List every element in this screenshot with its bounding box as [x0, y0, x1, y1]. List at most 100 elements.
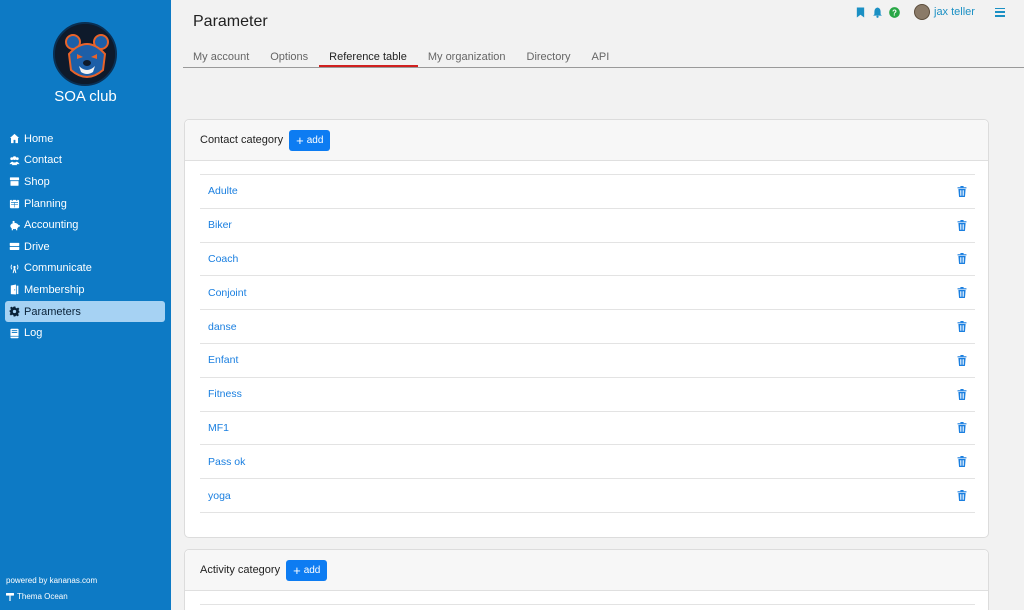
category-link[interactable]: danse — [208, 321, 237, 333]
sidebar-item-parameters[interactable]: Parameters — [5, 300, 165, 323]
page-title: Parameter — [193, 13, 268, 30]
theme-selector[interactable]: Thema Ocean — [6, 592, 68, 601]
calendar-icon — [9, 198, 20, 209]
users-icon — [9, 155, 20, 166]
activity-category-card: Activity category + add — [184, 549, 989, 610]
add-activity-category-button[interactable]: + add — [286, 559, 328, 581]
sidebar-item-membership[interactable]: Membership — [5, 279, 165, 301]
club-name: SOA club — [54, 88, 117, 105]
card-title: Contact category — [200, 134, 284, 146]
sidebar-item-label: Drive — [24, 240, 50, 253]
drive-icon — [9, 241, 20, 252]
sidebar-item-label: Communicate — [24, 262, 92, 275]
club-logo[interactable] — [53, 22, 117, 86]
user-name: jax teller — [934, 6, 975, 18]
sidebar-item-label: Contact — [24, 154, 62, 167]
tab-directory[interactable]: Directory — [517, 47, 582, 67]
trash-icon[interactable] — [957, 287, 967, 299]
sidebar-item-label: Shop — [24, 175, 50, 188]
avatar — [914, 4, 930, 20]
tab-my-account[interactable]: My account — [183, 47, 260, 67]
contact-category-list: Adulte Biker Coach Conjoint danse Enfant… — [200, 174, 975, 513]
activity-category-list — [200, 604, 975, 605]
bell-icon[interactable] — [872, 7, 883, 18]
card-title: Activity category — [200, 564, 281, 576]
trash-icon[interactable] — [957, 185, 967, 197]
sidebar-item-label: Home — [24, 132, 54, 145]
list-item: Biker — [200, 209, 975, 243]
sidebar-nav: Home Contact Shop Planning Accounting Dr… — [5, 128, 165, 344]
category-link[interactable]: Enfant — [208, 354, 238, 366]
list-item: MF1 — [200, 412, 975, 446]
add-label: add — [306, 134, 324, 146]
trash-icon[interactable] — [957, 490, 967, 502]
tab-reference-table[interactable]: Reference table — [319, 47, 418, 67]
trash-icon[interactable] — [957, 422, 967, 434]
home-icon — [9, 133, 20, 144]
tab-my-organization[interactable]: My organization — [418, 47, 517, 67]
book-icon — [9, 328, 20, 339]
category-link[interactable]: Adulte — [208, 185, 238, 197]
theme-label: Thema Ocean — [17, 592, 68, 601]
menu-icon[interactable] — [994, 7, 1005, 17]
bookmark-icon[interactable] — [855, 6, 866, 18]
sidebar-item-accounting[interactable]: Accounting — [5, 214, 165, 236]
paint-roller-icon — [6, 592, 14, 601]
sidebar-item-contact[interactable]: Contact — [5, 150, 165, 172]
add-contact-category-button[interactable]: + add — [289, 129, 331, 151]
list-item: Coach — [200, 243, 975, 277]
door-icon — [9, 284, 20, 295]
plus-icon: + — [293, 562, 301, 578]
top-bar-actions: ? jax teller — [855, 4, 1005, 20]
tab-bar: My account Options Reference table My or… — [183, 47, 1024, 68]
list-item: Adulte — [200, 175, 975, 209]
sidebar-item-label: Accounting — [24, 219, 79, 232]
store-icon — [9, 176, 20, 187]
tab-options[interactable]: Options — [260, 47, 319, 67]
card-header: Activity category + add — [185, 550, 988, 591]
trash-icon[interactable] — [957, 388, 967, 400]
category-link[interactable]: Pass ok — [208, 456, 245, 468]
card-header: Contact category + add — [185, 120, 988, 161]
category-link[interactable]: MF1 — [208, 422, 229, 434]
tab-api[interactable]: API — [582, 47, 621, 67]
gear-icon — [9, 306, 20, 317]
powered-by-link[interactable]: powered by kananas.com — [6, 576, 97, 585]
list-item: Enfant — [200, 344, 975, 378]
list-item: Fitness — [200, 378, 975, 412]
category-link[interactable]: yoga — [208, 490, 231, 502]
category-link[interactable]: Fitness — [208, 388, 242, 400]
sidebar: SOA club Home Contact Shop Planning Acco… — [0, 0, 171, 610]
user-menu[interactable]: jax teller — [914, 4, 975, 20]
piggy-bank-icon — [9, 220, 20, 231]
category-link[interactable]: Conjoint — [208, 287, 247, 299]
add-label: add — [303, 564, 321, 576]
sidebar-item-label: Log — [24, 327, 43, 340]
sidebar-item-label: Membership — [24, 283, 85, 296]
trash-icon[interactable] — [957, 219, 967, 231]
trash-icon[interactable] — [957, 253, 967, 265]
contact-category-card: Contact category + add Adulte Biker Coac… — [184, 119, 989, 538]
list-item: Conjoint — [200, 276, 975, 311]
bear-logo-icon — [55, 24, 115, 84]
trash-icon[interactable] — [957, 321, 967, 333]
category-link[interactable]: Biker — [208, 219, 232, 231]
list-item: danse — [200, 310, 975, 344]
category-link[interactable]: Coach — [208, 253, 238, 265]
sidebar-item-log[interactable]: Log — [5, 322, 165, 344]
trash-icon[interactable] — [957, 354, 967, 366]
sidebar-item-drive[interactable]: Drive — [5, 236, 165, 258]
sidebar-item-shop[interactable]: Shop — [5, 171, 165, 193]
list-item: Pass ok — [200, 445, 975, 480]
sidebar-item-label: Parameters — [24, 305, 81, 318]
sidebar-item-label: Planning — [24, 197, 67, 210]
help-icon[interactable]: ? — [889, 6, 900, 18]
trash-icon[interactable] — [957, 456, 967, 468]
sidebar-item-planning[interactable]: Planning — [5, 193, 165, 215]
help-glyph: ? — [892, 8, 897, 17]
sidebar-item-communicate[interactable]: Communicate — [5, 258, 165, 280]
list-item: yoga — [200, 479, 975, 513]
sidebar-item-home[interactable]: Home — [5, 128, 165, 150]
broadcast-icon — [9, 263, 20, 274]
plus-icon: + — [296, 132, 304, 148]
